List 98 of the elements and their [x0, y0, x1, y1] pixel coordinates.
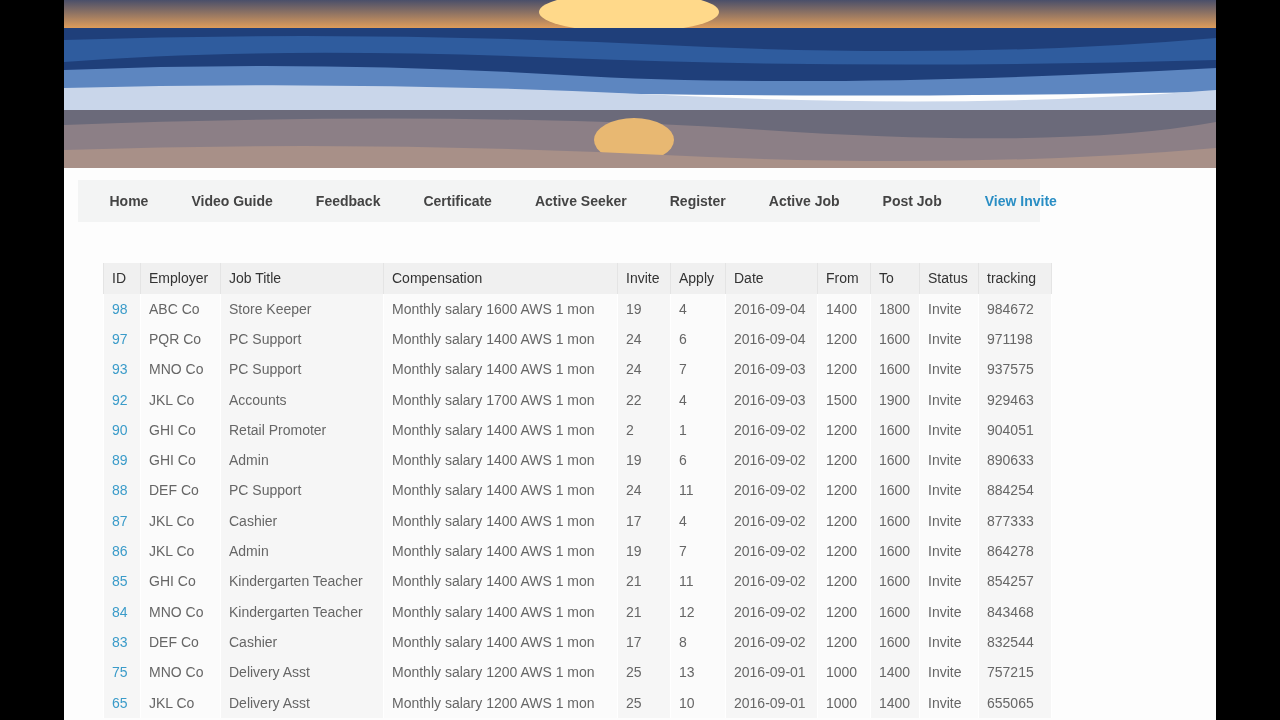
table-cell: 19: [617, 294, 671, 325]
table-cell: Cashier: [220, 506, 384, 537]
column-header[interactable]: To: [870, 263, 920, 294]
table-cell: 11: [670, 475, 726, 507]
table-cell: 1600: [870, 324, 920, 355]
table-cell: 2016-09-02: [725, 475, 818, 507]
nav-link[interactable]: Feedback: [294, 190, 402, 212]
table-cell: 4: [670, 506, 726, 537]
table-cell: 884254: [978, 475, 1052, 507]
column-header[interactable]: Date: [725, 263, 818, 294]
column-header[interactable]: Invite: [617, 263, 671, 294]
column-header[interactable]: Employer: [140, 263, 221, 294]
table-cell: 24: [617, 324, 671, 355]
column-header[interactable]: Apply: [670, 263, 726, 294]
table-cell: 929463: [978, 384, 1052, 416]
table-cell: 2016-09-03: [725, 354, 818, 385]
table-cell: 2016-09-01: [725, 687, 818, 719]
table-cell: 25: [617, 687, 671, 719]
table-cell: 2016-09-02: [725, 415, 818, 446]
table-cell: Delivery Asst: [220, 687, 384, 719]
table-cell: 24: [617, 475, 671, 507]
table-cell: 4: [670, 294, 726, 325]
table-cell: 24: [617, 354, 671, 385]
table-cell: 2016-09-01: [725, 657, 818, 688]
table-cell: 2016-09-02: [725, 596, 818, 628]
table-cell: 8: [670, 627, 726, 658]
table-cell: Admin: [220, 536, 384, 567]
table-cell: 1600: [870, 536, 920, 567]
table-cell: 7: [670, 354, 726, 385]
table-cell: 1600: [870, 445, 920, 476]
table-cell: 25: [617, 657, 671, 688]
table-cell: Kindergarten Teacher: [220, 566, 384, 597]
column-header[interactable]: Compensation: [383, 263, 618, 294]
table-cell: Accounts: [220, 384, 384, 416]
table-cell: 864278: [978, 536, 1052, 567]
table-cell: 11: [670, 566, 726, 597]
table-cell: 2016-09-02: [725, 566, 818, 597]
table-cell: 843468: [978, 596, 1052, 628]
table-cell: Cashier: [220, 627, 384, 658]
table-cell: 21: [617, 566, 671, 597]
nav-link[interactable]: Register: [648, 190, 748, 212]
table-cell: Monthly salary 1600 AWS 1 mon: [383, 294, 618, 325]
table-cell: 1: [670, 415, 726, 446]
table-cell: 1600: [870, 627, 920, 658]
table-cell: 22: [617, 384, 671, 416]
table-cell: 904051: [978, 415, 1052, 446]
table-cell: 19: [617, 536, 671, 567]
table-cell: 832544: [978, 627, 1052, 658]
nav-link[interactable]: Video Guide: [169, 190, 295, 212]
table-cell: 17: [617, 506, 671, 537]
table-cell: 1800: [870, 294, 920, 325]
nav-link[interactable]: Certificate: [401, 190, 514, 212]
column-header[interactable]: Status: [919, 263, 979, 294]
table-cell: 2016-09-02: [725, 506, 818, 537]
column-header[interactable]: Job Title: [220, 263, 384, 294]
table-cell: 4: [670, 384, 726, 416]
table-cell: 17: [617, 627, 671, 658]
table-cell: 2016-09-02: [725, 536, 818, 567]
table-cell: 10: [670, 687, 726, 719]
table-cell: 937575: [978, 354, 1052, 385]
table-cell: PC Support: [220, 354, 384, 385]
table-cell: 854257: [978, 566, 1052, 597]
table-cell: 6: [670, 445, 726, 476]
table-cell: 7: [670, 536, 726, 567]
table-cell: 6: [670, 324, 726, 355]
table-cell: 21: [617, 596, 671, 628]
table-cell: ABC Co: [140, 294, 221, 325]
table-cell: 890633: [978, 445, 1052, 476]
table-cell: 1600: [870, 506, 920, 537]
table-cell: Store Keeper: [220, 294, 384, 325]
table-cell: 19: [617, 445, 671, 476]
table-cell: 757215: [978, 657, 1052, 688]
table-cell: 971198: [978, 324, 1052, 355]
nav-link[interactable]: Active Job: [747, 190, 862, 212]
table-cell: 877333: [978, 506, 1052, 537]
table-cell: 2016-09-02: [725, 627, 818, 658]
table-cell: 2016-09-02: [725, 445, 818, 476]
table-cell: 984672: [978, 294, 1052, 325]
table-cell: PC Support: [220, 324, 384, 355]
nav-link[interactable]: Active Seeker: [513, 190, 649, 212]
table-cell: PC Support: [220, 475, 384, 507]
column-header[interactable]: tracking: [978, 263, 1052, 294]
table-cell: Retail Promoter: [220, 415, 384, 446]
table-cell: Kindergarten Teacher: [220, 596, 384, 628]
table-cell: 12: [670, 596, 726, 628]
table-cell: Delivery Asst: [220, 657, 384, 688]
table-cell: 2016-09-03: [725, 384, 818, 416]
table-cell: 2016-09-04: [725, 294, 818, 325]
table-cell: 13: [670, 657, 726, 688]
column-header[interactable]: ID: [103, 263, 141, 294]
table-cell: 2: [617, 415, 671, 446]
nav-link[interactable]: Post Job: [861, 190, 964, 212]
table-cell: 655065: [978, 687, 1052, 719]
column-header[interactable]: From: [817, 263, 871, 294]
table-cell: Admin: [220, 445, 384, 476]
nav-link[interactable]: Home: [88, 190, 170, 212]
table-cell: 2016-09-04: [725, 324, 818, 355]
table-cell: 1600: [870, 415, 920, 446]
